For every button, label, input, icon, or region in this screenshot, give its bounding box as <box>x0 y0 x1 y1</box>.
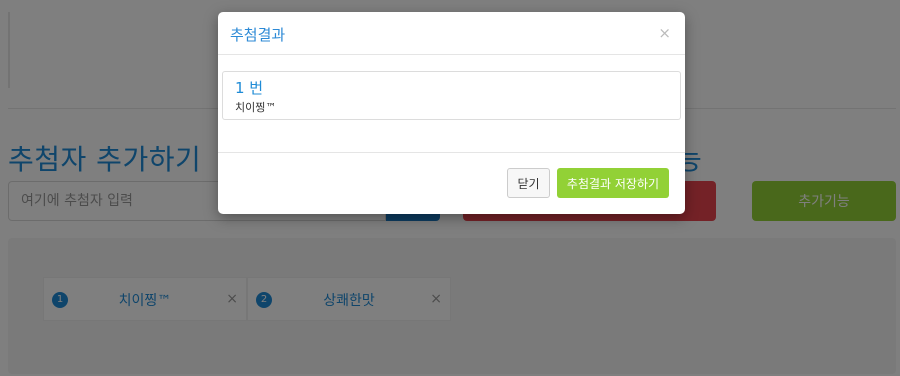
close-icon[interactable]: × <box>658 24 671 42</box>
result-card: 1 번 치이찡™ <box>222 71 681 120</box>
modal-footer-divider <box>218 152 685 153</box>
modal-title: 추첨결과 <box>230 26 286 44</box>
result-modal: 추첨결과 × 1 번 치이찡™ 닫기 추첨결과 저장하기 <box>218 12 685 214</box>
close-button[interactable]: 닫기 <box>507 168 550 198</box>
save-result-button[interactable]: 추첨결과 저장하기 <box>557 168 669 198</box>
result-name: 치이찡™ <box>235 101 277 114</box>
modal-header: 추첨결과 × <box>218 12 685 55</box>
result-number: 1 번 <box>235 79 264 97</box>
